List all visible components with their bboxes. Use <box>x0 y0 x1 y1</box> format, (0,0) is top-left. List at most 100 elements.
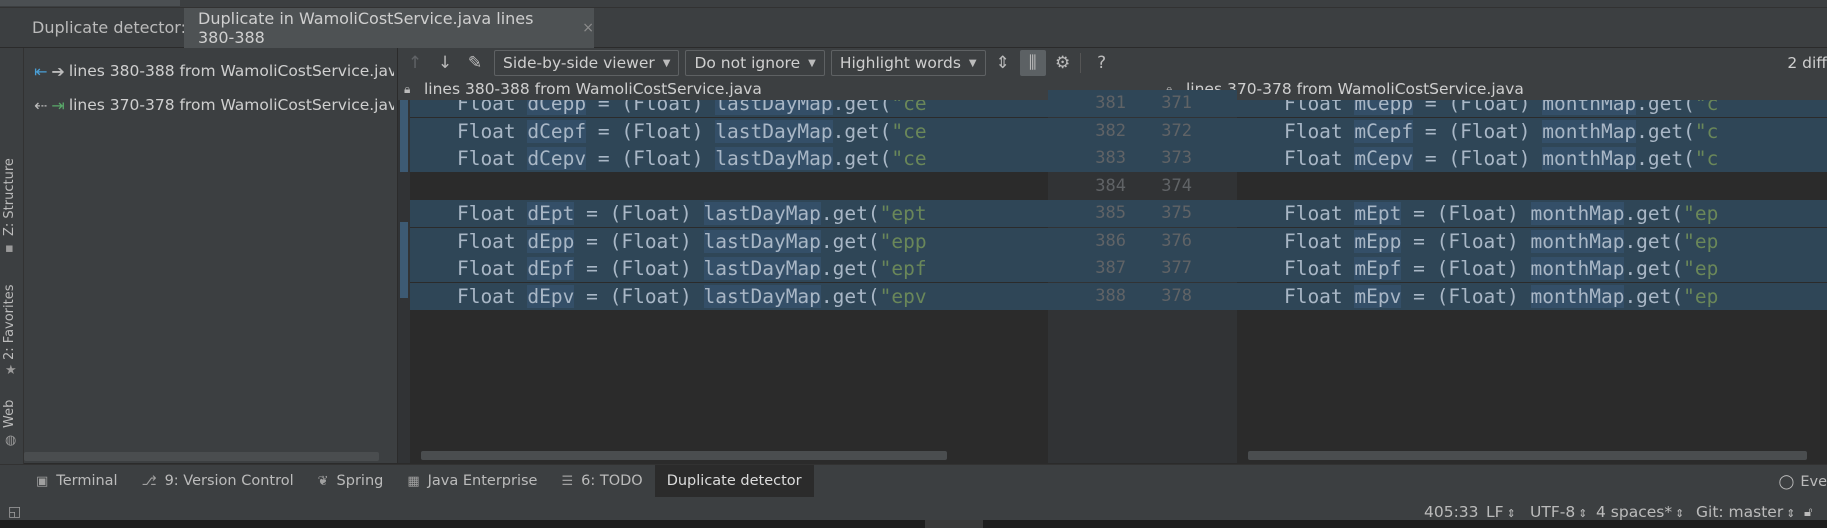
tab-label: 6: TODO <box>581 473 643 489</box>
diff-toolbar: ↑ ↓ ✎ Side-by-side viewer ▼ Do not ignore… <box>398 48 1827 78</box>
tab-todo[interactable]: ☰ 6: TODO <box>549 465 654 498</box>
tab-duplicate-detector[interactable]: Duplicate detector <box>654 464 814 498</box>
code-token: = (Float) <box>1401 202 1531 225</box>
collapse-unchanged-icon[interactable]: ⇕ <box>990 50 1016 76</box>
code-token: dCepp <box>527 100 587 115</box>
change-marker[interactable] <box>400 100 408 172</box>
tab-spring[interactable]: ❦ Spring <box>306 465 396 498</box>
ignore-select[interactable]: Do not ignore ▼ <box>685 50 825 76</box>
left-horizontal-scrollbar[interactable] <box>421 451 947 460</box>
star-icon: ★ <box>5 363 17 378</box>
ignore-select-value: Do not ignore <box>694 54 801 72</box>
tab-duplicate[interactable]: Duplicate in WamoliCostService.java line… <box>184 8 594 48</box>
version-control-icon: ⎇ <box>141 473 157 489</box>
top-strip <box>0 0 1827 8</box>
line-separator-value: LF <box>1486 503 1504 521</box>
code-line[interactable]: Float dEpv = (Float) lastDayMap.get("epv <box>410 282 1048 310</box>
left-editor[interactable]: Float dCepp = (Float) lastDayMap.get("ce… <box>410 100 1048 463</box>
code-token: monthMap <box>1530 257 1625 280</box>
structure-tab[interactable]: Z: Structure <box>2 158 17 236</box>
gutter-highlight <box>1048 90 1237 117</box>
code-token: .get( <box>1624 257 1684 280</box>
right-line-number: 374 <box>1161 175 1192 196</box>
code-line[interactable]: Float dCepf = (Float) lastDayMap.get("ce <box>410 117 1048 145</box>
code-token: lastDayMap <box>703 284 821 308</box>
code-token: "c <box>1694 100 1719 115</box>
code-token: lastDayMap <box>715 147 833 170</box>
tab-java-enterprise[interactable]: ▦ Java Enterprise <box>395 465 549 498</box>
gutter-highlight <box>1048 145 1237 172</box>
code-token: Float <box>410 119 528 143</box>
code-line[interactable]: Float mCepf = (Float) monthMap.get("c <box>1237 117 1827 145</box>
tab-version-control[interactable]: ⎇ 9: Version Control <box>130 465 306 498</box>
right-line-number: 378 <box>1161 285 1192 306</box>
arrow-left-icon: ⇠ <box>34 95 48 115</box>
right-horizontal-scrollbar[interactable] <box>1248 451 1807 460</box>
tree-item-label: lines 370-378 from WamoliCostService.jav… <box>68 96 394 114</box>
code-token: = (Float) <box>586 100 716 115</box>
code-token: .get( <box>832 100 892 115</box>
code-token: "epf <box>879 257 927 280</box>
tab-event-log[interactable]: ◯ Eve <box>1779 465 1827 498</box>
right-editor[interactable]: Float mCepp = (Float) monthMap.get("c Fl… <box>1237 100 1827 463</box>
code-token: .get( <box>1636 119 1695 143</box>
taskbar-edge <box>0 520 1827 528</box>
right-file-header: 🔒︎ lines 370-378 from WamoliCostService.… <box>1160 78 1827 100</box>
code-line[interactable]: Float mCepv = (Float) monthMap.get("c <box>1237 145 1827 172</box>
arrow-up-icon[interactable]: ↑ <box>402 50 428 76</box>
chevron-down-icon: ▼ <box>968 57 977 69</box>
code-line[interactable]: Float mEpv = (Float) monthMap.get("ep <box>1237 282 1827 310</box>
code-token: "ep <box>1683 257 1719 280</box>
code-line[interactable]: Float dEpt = (Float) lastDayMap.get("ept <box>410 200 1048 227</box>
code-line[interactable]: Float mEpp = (Float) monthMap.get("ep <box>1237 227 1827 255</box>
highlight-select[interactable]: Highlight words ▼ <box>830 50 986 76</box>
code-token: Float <box>410 284 528 308</box>
arrow-down-icon[interactable]: ↓ <box>432 50 458 76</box>
code-token: Float <box>1237 284 1355 308</box>
tab-label: Terminal <box>56 473 118 489</box>
gutter-highlight <box>1048 200 1237 227</box>
code-line[interactable]: Float dCepp = (Float) lastDayMap.get("ce <box>410 100 1048 117</box>
code-line[interactable]: Float dEpf = (Float) lastDayMap.get("epf <box>410 255 1048 282</box>
change-marker[interactable] <box>400 222 408 298</box>
code-token: .get( <box>820 284 880 308</box>
code-token: dEpp <box>527 229 575 253</box>
web-tab[interactable]: Web <box>2 400 17 428</box>
close-icon[interactable]: × <box>582 20 594 36</box>
vcs-value: Git: master <box>1696 503 1784 521</box>
code-line[interactable] <box>410 173 1048 200</box>
jump-to-source-icon: ⇤ <box>34 61 48 81</box>
right-line-number: 375 <box>1161 203 1192 223</box>
left-line-number: 387 <box>1095 258 1126 278</box>
code-line[interactable] <box>1237 173 1827 200</box>
code-line[interactable]: Float mEpt = (Float) monthMap.get("ep <box>1237 200 1827 227</box>
code-token: mEpv <box>1354 284 1402 308</box>
code-line[interactable]: Float mEpf = (Float) monthMap.get("ep <box>1237 255 1827 282</box>
gear-icon[interactable]: ⚙ <box>1050 50 1076 76</box>
code-token: .get( <box>832 147 892 170</box>
left-line-number: 384 <box>1095 175 1126 196</box>
tab-label: Java Enterprise <box>427 473 538 489</box>
tab-label: 9: Version Control <box>164 473 294 489</box>
code-token: "ce <box>891 119 927 143</box>
left-file-header: 🔒︎ lines 380-388 from WamoliCostService.… <box>398 78 1048 100</box>
code-token: = (Float) <box>574 284 704 308</box>
tree-item-second[interactable]: ⇠ ⇥ lines 370-378 from WamoliCostService… <box>34 92 394 118</box>
tree-item-first[interactable]: ⇤ ➔ lines 380-388 from WamoliCostService… <box>34 58 394 84</box>
edit-icon[interactable]: ✎ <box>462 50 488 76</box>
help-icon[interactable]: ? <box>1089 50 1115 76</box>
code-token: .get( <box>820 202 880 225</box>
code-line[interactable]: Float mCepp = (Float) monthMap.get("c <box>1237 100 1827 117</box>
gutter-highlight <box>1048 227 1237 255</box>
code-token: .get( <box>1636 147 1695 170</box>
viewer-select[interactable]: Side-by-side viewer ▼ <box>494 50 680 76</box>
code-line[interactable]: Float dCepv = (Float) lastDayMap.get("ce <box>410 145 1048 172</box>
horizontal-scrollbar[interactable] <box>24 452 379 461</box>
code-line[interactable]: Float dEpp = (Float) lastDayMap.get("epp <box>410 227 1048 255</box>
todo-icon: ☰ <box>561 473 574 489</box>
tab-terminal[interactable]: ▣ Terminal <box>24 465 130 498</box>
code-token: monthMap <box>1542 119 1637 143</box>
sync-scroll-icon[interactable]: ⫼ <box>1019 50 1046 76</box>
favorites-tab[interactable]: 2: Favorites <box>2 284 17 360</box>
code-token: mEpf <box>1354 257 1402 280</box>
